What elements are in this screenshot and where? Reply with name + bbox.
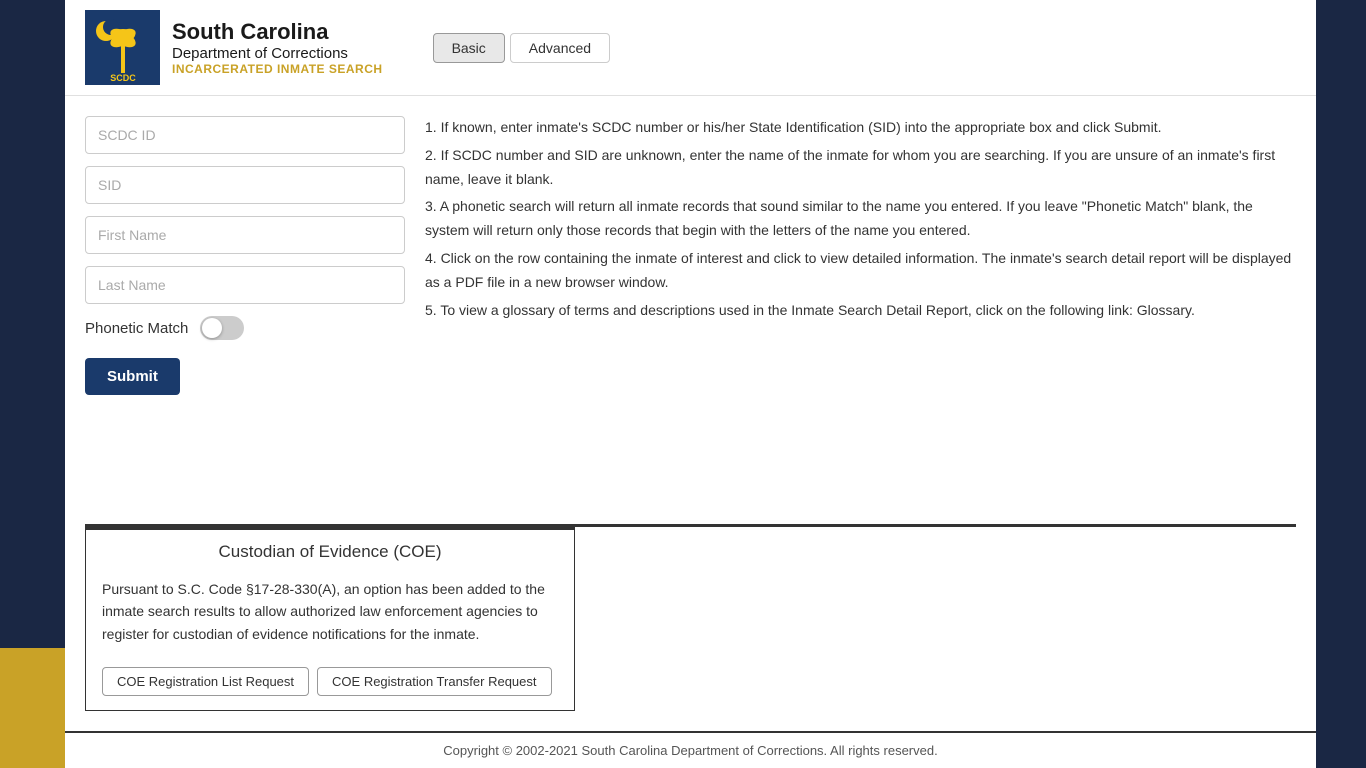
right-sidebar	[1316, 0, 1366, 768]
org-name: South Carolina	[172, 19, 383, 45]
submit-button[interactable]: Submit	[85, 358, 180, 395]
left-sidebar	[0, 0, 65, 768]
instructions-section: 1. If known, enter inmate's SCDC number …	[425, 116, 1296, 504]
phonetic-row: Phonetic Match	[85, 316, 405, 340]
coe-transfer-request-button[interactable]: COE Registration Transfer Request	[317, 667, 551, 696]
phonetic-match-toggle[interactable]	[200, 316, 244, 340]
logo-container: SCDC South Carolina Department of Correc…	[85, 10, 383, 85]
instruction-line3: 3. A phonetic search will return all inm…	[425, 195, 1296, 243]
logo-text: South Carolina Department of Corrections…	[172, 19, 383, 76]
phonetic-match-label: Phonetic Match	[85, 320, 188, 337]
coe-buttons: COE Registration List Request COE Regist…	[86, 659, 574, 710]
sid-input[interactable]	[85, 166, 405, 204]
instruction-line4: 4. Click on the row containing the inmat…	[425, 247, 1296, 295]
scdc-id-input[interactable]	[85, 116, 405, 154]
form-section: Phonetic Match Submit	[85, 116, 405, 504]
footer: Copyright © 2002-2021 South Carolina Dep…	[65, 731, 1316, 768]
tab-basic[interactable]: Basic	[433, 33, 505, 63]
tab-advanced[interactable]: Advanced	[510, 33, 610, 63]
body-content: Phonetic Match Submit 1. If known, enter…	[65, 96, 1316, 524]
instruction-line5: 5. To view a glossary of terms and descr…	[425, 299, 1296, 323]
toggle-knob	[202, 318, 222, 338]
coe-body: Pursuant to S.C. Code §17-28-330(A), an …	[86, 570, 574, 659]
copyright-text: Copyright © 2002-2021 South Carolina Dep…	[443, 743, 937, 758]
coe-list-request-button[interactable]: COE Registration List Request	[102, 667, 309, 696]
scdc-logo: SCDC	[85, 10, 160, 85]
last-name-input[interactable]	[85, 266, 405, 304]
coe-section: Custodian of Evidence (COE) Pursuant to …	[85, 527, 575, 711]
main-content: SCDC South Carolina Department of Correc…	[65, 0, 1316, 768]
first-name-input[interactable]	[85, 216, 405, 254]
instruction-line2: 2. If SCDC number and SID are unknown, e…	[425, 144, 1296, 192]
header: SCDC South Carolina Department of Correc…	[65, 0, 1316, 96]
subtitle: Incarcerated Inmate Search	[172, 62, 383, 76]
tab-group: Basic Advanced	[433, 33, 611, 63]
svg-text:SCDC: SCDC	[110, 73, 136, 83]
dept-name: Department of Corrections	[172, 45, 383, 62]
sidebar-accent	[0, 648, 65, 768]
coe-title: Custodian of Evidence (COE)	[86, 530, 574, 570]
instruction-line1: 1. If known, enter inmate's SCDC number …	[425, 116, 1296, 140]
